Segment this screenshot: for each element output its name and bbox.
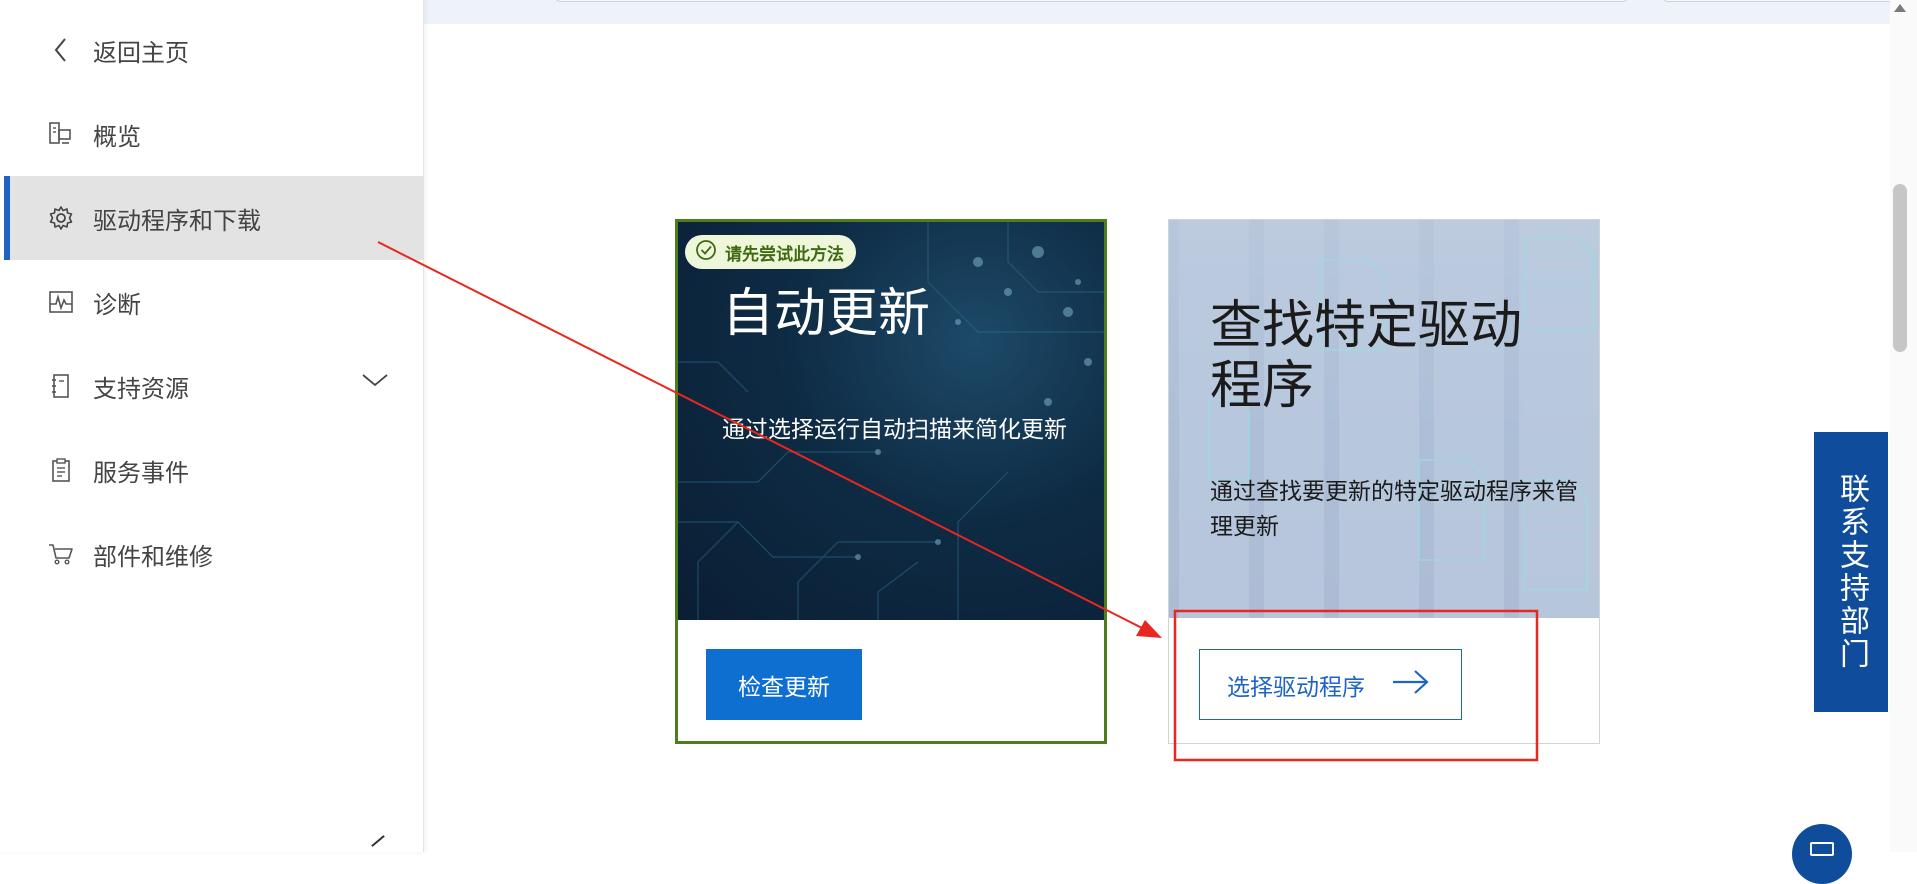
address-field[interactable]	[554, 0, 1629, 2]
arrow-right-icon	[1391, 667, 1431, 703]
contact-support-label: 联系支持部门	[1834, 473, 1869, 671]
auto-update-card: 请先尝试此方法 自动更新 通过选择运行自动扫描来简化更新 检查更新	[675, 219, 1107, 744]
sidebar-item-label: 诊断	[93, 290, 141, 319]
card-description: 通过选择运行自动扫描来简化更新	[722, 417, 1067, 443]
card-title: 自动更新	[722, 284, 931, 344]
sidebar-item-drivers[interactable]: 驱动程序和下载	[4, 176, 423, 260]
overview-icon	[46, 119, 76, 149]
sidebar-item-diagnostics[interactable]: 诊断	[4, 260, 423, 344]
button-label: 选择驱动程序	[1227, 673, 1365, 700]
recommended-badge: 请先尝试此方法	[685, 235, 856, 269]
search-field[interactable]	[1661, 0, 1917, 2]
select-driver-button[interactable]: 选择驱动程序	[1199, 649, 1462, 720]
card-title: 查找特定驱动程序	[1210, 296, 1523, 416]
chevron-down-icon[interactable]	[361, 372, 389, 392]
clipboard-icon	[46, 455, 76, 485]
sidebar-item-home[interactable]: 返回主页	[4, 8, 423, 92]
find-driver-card: 查找特定驱动程序 通过查找要更新的特定驱动程序来管理更新 选择驱动程序	[1168, 219, 1600, 744]
check-updates-button[interactable]: 检查更新	[706, 649, 862, 720]
card-description: 通过查找要更新的特定驱动程序来管理更新	[1210, 479, 1578, 540]
chevron-left-icon	[46, 35, 76, 65]
top-bar	[424, 0, 1917, 24]
gear-icon	[46, 203, 76, 233]
scroll-up-icon[interactable]	[1894, 4, 1906, 12]
sidebar-item-support-resources[interactable]: 支持资源	[4, 344, 423, 428]
scrollbar-thumb[interactable]	[1893, 184, 1907, 352]
sidebar-item-service-events[interactable]: 服务事件	[4, 428, 423, 512]
badge-label: 请先尝试此方法	[725, 244, 844, 265]
scrollbar[interactable]	[1890, 0, 1917, 852]
sidebar-item-label: 驱动程序和下载	[93, 206, 261, 235]
circuit-board-image: 请先尝试此方法 自动更新 通过选择运行自动扫描来简化更新	[678, 222, 1104, 620]
sidebar-item-label: 部件和维修	[93, 542, 213, 571]
chat-icon	[1810, 842, 1834, 856]
sidebar-item-label: 支持资源	[93, 374, 189, 403]
documents-image: 查找特定驱动程序 通过查找要更新的特定驱动程序来管理更新	[1169, 220, 1599, 618]
check-circle-icon	[695, 239, 717, 265]
sidebar-item-label: 服务事件	[93, 458, 189, 487]
sidebar-item-overview[interactable]: 概览	[4, 92, 423, 176]
pulse-icon	[46, 287, 76, 317]
sidebar-item-label: 返回主页	[93, 38, 189, 67]
sidebar-item-label: 概览	[93, 122, 141, 151]
cart-icon	[46, 539, 76, 569]
book-icon	[46, 371, 76, 401]
sidebar: 返回主页 概览 驱动程序和下载 诊断 支持资源 服务事件 部件和维修	[0, 0, 424, 852]
resize-mark	[371, 835, 385, 847]
contact-support-tab[interactable]: 联系支持部门	[1814, 432, 1888, 712]
sidebar-item-parts-repair[interactable]: 部件和维修	[4, 512, 423, 596]
